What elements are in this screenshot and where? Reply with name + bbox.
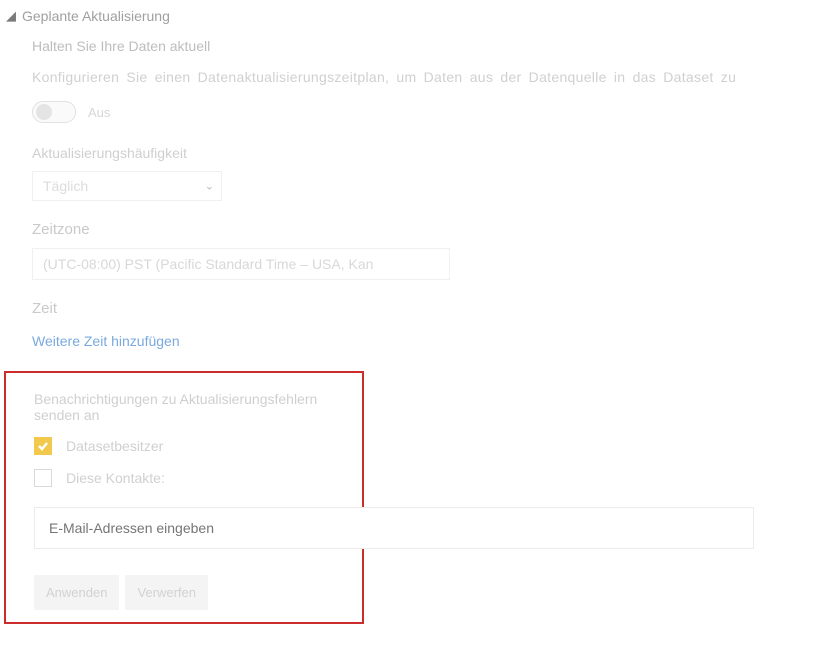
contacts-checkbox-row: Diese Kontakte:: [34, 469, 362, 487]
frequency-label: Aktualisierungshäufigkeit: [32, 145, 837, 161]
time-label: Zeit: [32, 300, 837, 317]
apply-button[interactable]: Anwenden: [34, 575, 119, 610]
notify-label: Benachrichtigungen zu Aktualisierungsfeh…: [34, 391, 362, 423]
contacts-checkbox[interactable]: [34, 469, 52, 487]
section-description: Konfigurieren Sie einen Datenaktualisier…: [32, 70, 837, 85]
contacts-checkbox-label: Diese Kontakte:: [66, 470, 165, 486]
section-subtitle: Halten Sie Ihre Daten aktuell: [32, 38, 837, 54]
owner-checkbox-row: Datasetbesitzer: [34, 437, 362, 455]
check-icon: [37, 440, 49, 452]
section-body: Halten Sie Ihre Daten aktuell Konfigurie…: [0, 38, 837, 624]
frequency-select-wrap: Täglich ⌄: [32, 171, 222, 201]
add-time-link[interactable]: Weitere Zeit hinzufügen: [32, 333, 180, 349]
frequency-select[interactable]: Täglich: [32, 171, 222, 201]
notification-highlight-box: Benachrichtigungen zu Aktualisierungsfeh…: [4, 371, 364, 624]
timezone-label: Zeitzone: [32, 221, 837, 238]
section-header[interactable]: ◢ Geplante Aktualisierung: [0, 0, 837, 30]
owner-checkbox-label: Datasetbesitzer: [66, 438, 163, 454]
toggle-state-label: Aus: [88, 105, 110, 120]
discard-button[interactable]: Verwerfen: [125, 575, 208, 610]
caret-down-icon: ◢: [6, 8, 16, 24]
owner-checkbox[interactable]: [34, 437, 52, 455]
toggle-knob: [36, 104, 52, 120]
email-input[interactable]: [34, 507, 754, 549]
schedule-toggle-row: Aus: [32, 101, 837, 123]
button-row: Anwenden Verwerfen: [34, 575, 362, 610]
section-title: Geplante Aktualisierung: [22, 8, 170, 24]
schedule-toggle[interactable]: [32, 101, 76, 123]
timezone-select[interactable]: (UTC-08:00) PST (Pacific Standard Time –…: [32, 248, 450, 280]
